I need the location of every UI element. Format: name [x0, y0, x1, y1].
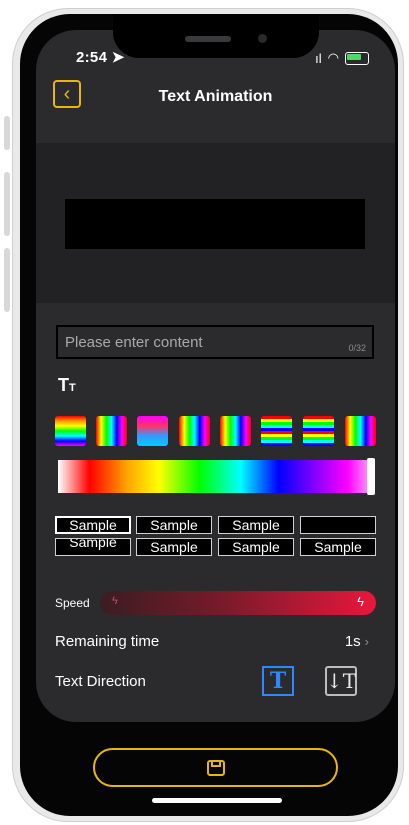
page-title: Text Animation	[158, 88, 273, 105]
app-content: ‹ Text Animation Please enter content 0/…	[36, 30, 395, 722]
fast-bolt-icon: ϟ	[357, 594, 364, 609]
save-icon	[206, 759, 225, 776]
sample-style-2[interactable]: Sample	[136, 516, 212, 534]
remaining-time-row[interactable]: 1s ›	[345, 633, 369, 650]
mute-switch	[4, 116, 10, 150]
remaining-time-label: Remaining time	[55, 633, 160, 650]
character-counter: 0/32	[348, 343, 366, 353]
text-vertical-icon: ↓T	[325, 669, 357, 693]
volume-up-button	[4, 172, 10, 236]
text-horizontal-icon: T	[269, 668, 287, 694]
direction-horizontal-button[interactable]: T	[262, 666, 294, 696]
gradient-swatch-6[interactable]	[261, 416, 292, 446]
gradient-swatch-7[interactable]	[303, 416, 334, 446]
sample-style-3[interactable]: Sample	[218, 516, 294, 534]
gradient-swatch-8[interactable]	[345, 416, 376, 446]
slow-bolt-icon: ϟ	[112, 595, 118, 607]
gradient-swatch-1[interactable]	[55, 416, 86, 446]
home-indicator	[152, 798, 282, 803]
speed-slider[interactable]: ϟ ϟ	[100, 591, 376, 615]
sample-style-5[interactable]: Sample	[55, 538, 131, 556]
sample-style-6[interactable]: Sample	[136, 538, 212, 556]
notch	[113, 14, 319, 58]
color-slider-thumb[interactable]	[367, 458, 375, 495]
remaining-time-value: 1s	[344, 633, 361, 650]
save-button[interactable]	[93, 748, 338, 787]
gradient-swatch-4[interactable]	[179, 416, 210, 446]
chevron-right-icon: ›	[364, 634, 369, 649]
front-camera	[258, 34, 267, 43]
gradient-swatch-5[interactable]	[220, 416, 251, 446]
font-icon-small: T	[69, 382, 76, 394]
sample-style-8[interactable]: Sample	[300, 538, 376, 556]
volume-down-button	[4, 248, 10, 312]
font-icon-large: T	[58, 375, 69, 395]
direction-vertical-button[interactable]: ↓T	[325, 666, 357, 696]
gradient-swatch-3[interactable]	[137, 416, 168, 446]
content-input-placeholder: Please enter content	[65, 334, 203, 351]
gradient-swatch-2[interactable]	[96, 416, 127, 446]
sample-style-1[interactable]: Sample	[55, 516, 131, 534]
earpiece	[185, 36, 231, 42]
color-hue-slider[interactable]	[58, 460, 373, 493]
sample-style-7[interactable]: Sample	[218, 538, 294, 556]
sample-style-4[interactable]	[300, 516, 376, 534]
font-size-icon[interactable]: TT	[58, 375, 76, 396]
speed-label: Speed	[55, 596, 90, 610]
gradient-swatch-row	[55, 416, 377, 446]
content-input[interactable]: Please enter content 0/32	[56, 325, 374, 359]
text-direction-label: Text Direction	[55, 673, 146, 690]
